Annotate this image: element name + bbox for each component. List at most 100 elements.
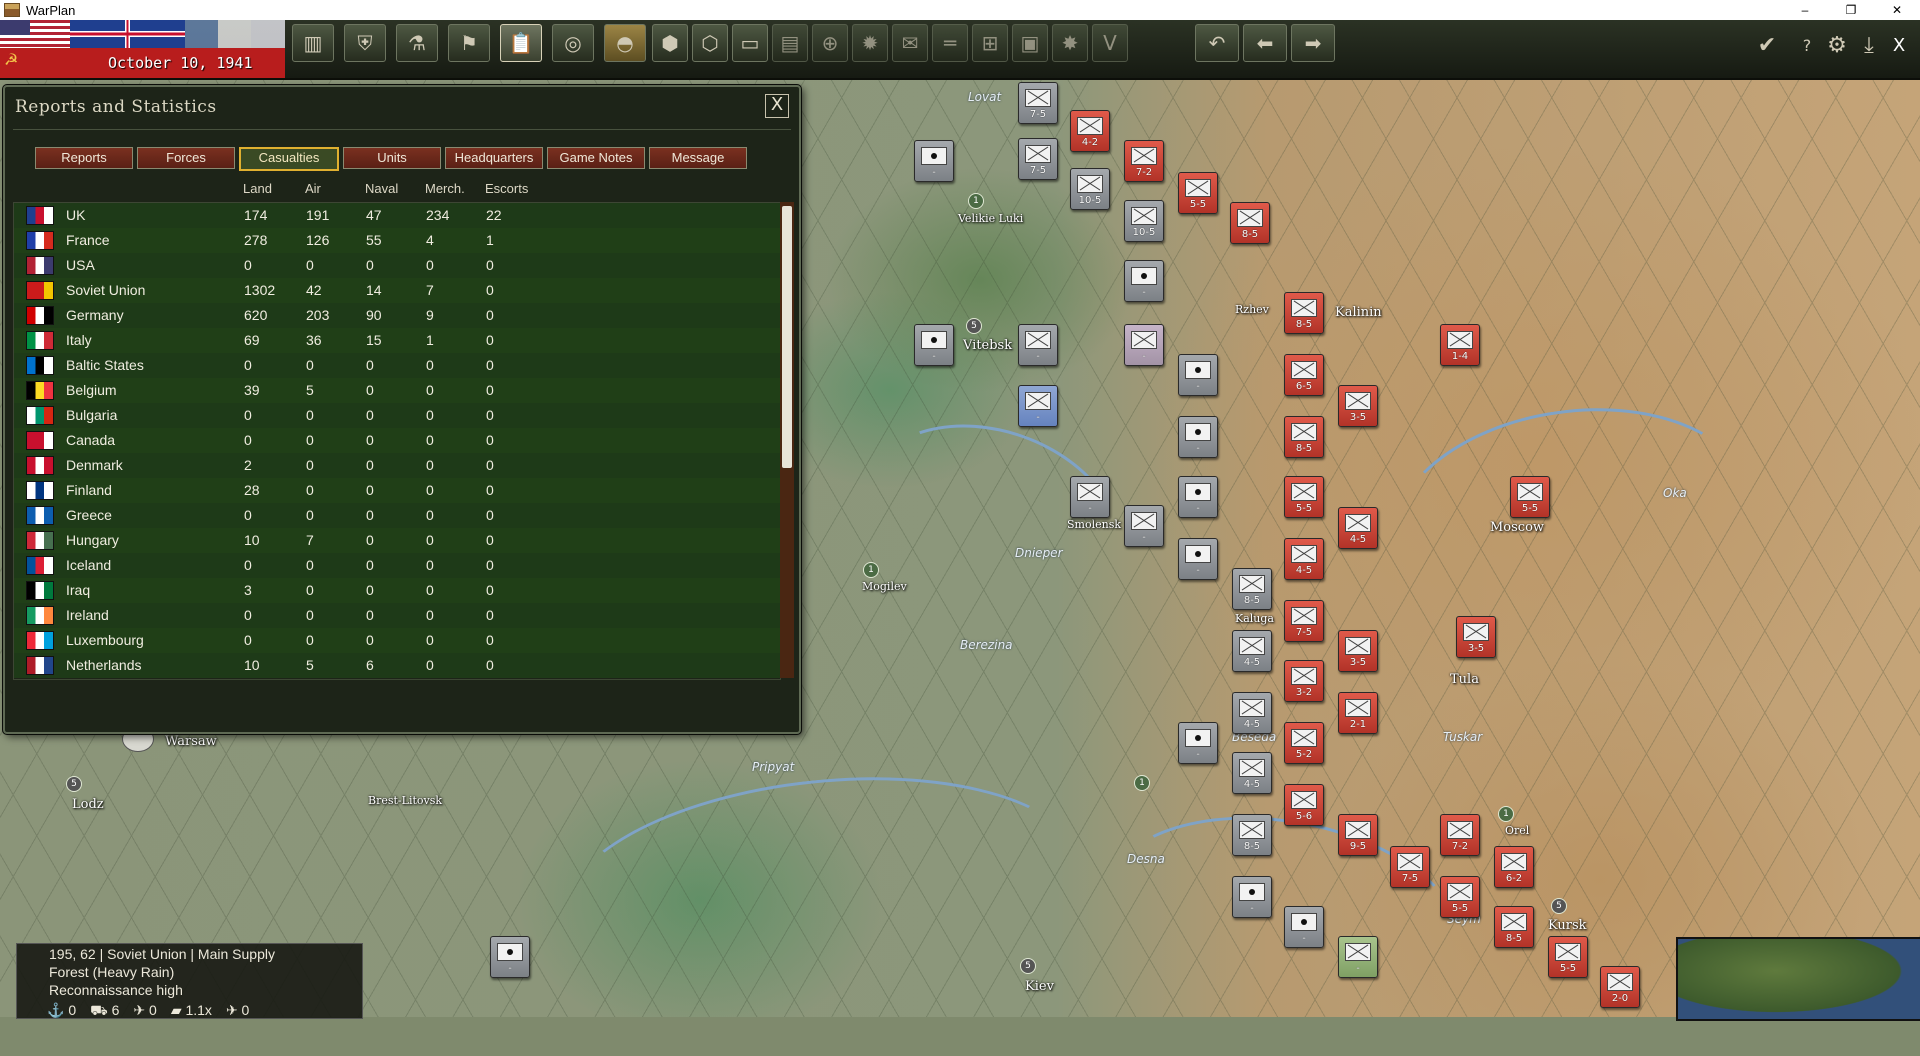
unit-counter[interactable]: - <box>1178 722 1218 764</box>
tab-casualties[interactable]: Casualties <box>239 147 339 171</box>
unit-counter[interactable]: 4-5 <box>1232 692 1272 734</box>
unit-counter[interactable]: 8-5 <box>1230 202 1270 244</box>
unit-counter[interactable]: - <box>1232 876 1272 918</box>
unit-counter[interactable]: - <box>490 936 530 978</box>
unit-strength: - <box>1036 351 1040 362</box>
confirm-button[interactable]: ✔ <box>1752 30 1782 60</box>
unit-counter[interactable]: 10-5 <box>1124 200 1164 242</box>
unit-counter[interactable]: 2-1 <box>1338 692 1378 734</box>
unit-counter[interactable]: 8-5 <box>1284 292 1324 334</box>
minimap[interactable] <box>1676 937 1920 1021</box>
unit-counter[interactable]: 3-2 <box>1284 660 1324 702</box>
minimize-button[interactable]: – <box>1782 0 1828 20</box>
unit-counter[interactable]: - <box>1284 906 1324 948</box>
flag-button[interactable]: ⚑ <box>448 24 490 62</box>
exit-button[interactable]: X <box>1884 30 1914 60</box>
undo-button[interactable]: ↶ <box>1195 24 1239 62</box>
unit-counter[interactable]: - <box>1070 476 1110 518</box>
envelope-button[interactable]: ✉ <box>892 24 928 62</box>
unit-counter[interactable]: - <box>1178 354 1218 396</box>
report-button[interactable]: 📋 <box>500 24 542 62</box>
tab-units[interactable]: Units <box>343 147 441 169</box>
unit-counter[interactable]: 3-5 <box>1338 630 1378 672</box>
scrollbar-thumb[interactable] <box>782 206 792 468</box>
unit-counter[interactable]: - <box>1338 936 1378 978</box>
settings-button[interactable]: ⚙ <box>1822 30 1852 60</box>
sun-button[interactable]: ✹ <box>852 24 888 62</box>
binoculars-button[interactable]: ◎ <box>552 24 594 62</box>
unit-counter[interactable]: - <box>1178 476 1218 518</box>
unit-counter[interactable]: 8-5 <box>1284 416 1324 458</box>
shell-button[interactable]: ⛨ <box>344 24 386 62</box>
unit-counter[interactable]: - <box>1124 505 1164 547</box>
unit-counter[interactable]: 8-5 <box>1232 568 1272 610</box>
save-button[interactable]: ⤓ <box>1854 30 1884 60</box>
unit-counter[interactable]: 5-6 <box>1284 784 1324 826</box>
help-button[interactable]: ? <box>1792 30 1822 60</box>
unit-counter[interactable]: 7-5 <box>1018 82 1058 124</box>
cell-escorts: 0 <box>486 607 494 623</box>
unit-counter[interactable]: - <box>914 324 954 366</box>
unit-counter[interactable]: - <box>914 140 954 182</box>
country-name: Belgium <box>66 382 117 398</box>
rail-button[interactable]: ═ <box>932 24 968 62</box>
unit-strength: - <box>1036 412 1040 423</box>
helmet-button[interactable]: ◓ <box>604 24 646 62</box>
restore-button[interactable]: ❐ <box>1828 0 1874 20</box>
unit-counter[interactable]: 3-5 <box>1456 616 1496 658</box>
unit-counter[interactable]: - <box>1178 538 1218 580</box>
panel-close-button[interactable]: X <box>765 94 789 118</box>
close-window-button[interactable]: ✕ <box>1874 0 1920 20</box>
unit-counter[interactable]: 7-5 <box>1284 600 1324 642</box>
unit-counter[interactable]: 4-5 <box>1284 538 1324 580</box>
factory-button[interactable]: ▥ <box>292 24 334 62</box>
hex-button[interactable]: ⬢ <box>652 24 688 62</box>
tab-headquarters[interactable]: Headquarters <box>445 147 543 169</box>
table-scrollbar[interactable] <box>780 202 794 678</box>
unit-counter[interactable]: 5-2 <box>1284 722 1324 764</box>
unit-counter[interactable]: 6-2 <box>1494 846 1534 888</box>
target-button[interactable]: ⊕ <box>812 24 848 62</box>
forward-button[interactable]: ➡ <box>1291 24 1335 62</box>
unit-counter[interactable]: 4-5 <box>1232 752 1272 794</box>
unit-counter[interactable]: 5-5 <box>1178 172 1218 214</box>
tab-reports[interactable]: Reports <box>35 147 133 169</box>
unit-counter[interactable]: 4-5 <box>1338 507 1378 549</box>
back-button[interactable]: ⬅ <box>1243 24 1287 62</box>
supply-button[interactable]: ▭ <box>732 24 768 62</box>
infantry-symbol-icon <box>1345 699 1371 717</box>
unit-counter[interactable]: - <box>1018 324 1058 366</box>
tab-message[interactable]: Message <box>649 147 747 169</box>
unit-counter[interactable]: 5-5 <box>1510 476 1550 518</box>
explosion-button[interactable]: ✸ <box>1052 24 1088 62</box>
unit-counter[interactable]: 4-5 <box>1232 630 1272 672</box>
unit-counter[interactable]: 1-4 <box>1440 324 1480 366</box>
grid-button[interactable]: ⊞ <box>972 24 1008 62</box>
unit-counter[interactable]: 9-5 <box>1338 814 1378 856</box>
unit-counter[interactable]: - <box>1178 416 1218 458</box>
unit-counter[interactable]: - <box>1124 260 1164 302</box>
v-button[interactable]: V <box>1092 24 1128 62</box>
tab-game-notes[interactable]: Game Notes <box>547 147 645 169</box>
unit-counter[interactable]: 5-5 <box>1548 936 1588 978</box>
unit-counter[interactable]: - <box>1018 385 1058 427</box>
unit-counter[interactable]: 7-2 <box>1440 814 1480 856</box>
unit-counter[interactable]: 4-2 <box>1070 110 1110 152</box>
unit-counter[interactable]: 3-5 <box>1338 385 1378 427</box>
unit-counter[interactable]: 7-5 <box>1390 846 1430 888</box>
tab-forces[interactable]: Forces <box>137 147 235 169</box>
unit-counter[interactable]: 8-5 <box>1494 906 1534 948</box>
unit-counter[interactable]: 6-5 <box>1284 354 1324 396</box>
research-button[interactable]: ⚗ <box>396 24 438 62</box>
unit-counter[interactable]: 7-5 <box>1018 138 1058 180</box>
unit-counter[interactable]: 10-5 <box>1070 168 1110 210</box>
unit-counter[interactable]: 5-5 <box>1440 876 1480 918</box>
multi-hex-button[interactable]: ⬡ <box>692 24 728 62</box>
unit-counter[interactable]: 5-5 <box>1284 476 1324 518</box>
frame-button[interactable]: ▣ <box>1012 24 1048 62</box>
unit-counter[interactable]: 8-5 <box>1232 814 1272 856</box>
stack-button[interactable]: ▤ <box>772 24 808 62</box>
unit-counter[interactable]: 7-2 <box>1124 140 1164 182</box>
unit-counter[interactable]: - <box>1124 324 1164 366</box>
unit-counter[interactable]: 2-0 <box>1600 966 1640 1008</box>
